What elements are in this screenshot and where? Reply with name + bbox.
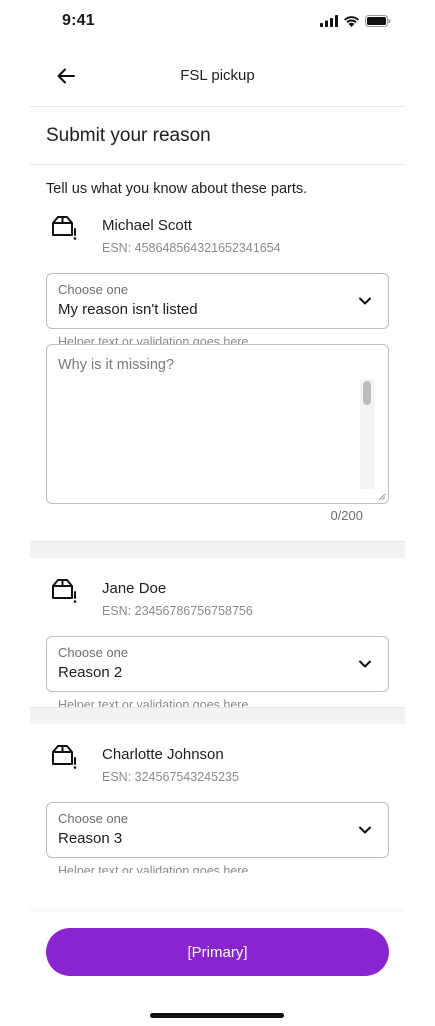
part-name: Charlotte Johnson [102,746,224,763]
intro-text: Tell us what you know about these parts. [46,181,308,197]
cellular-signal-icon [320,15,338,27]
resize-handle-icon[interactable] [377,492,386,501]
status-time: 9:41 [62,12,95,29]
section-divider [30,707,405,724]
package-alert-icon [52,579,77,603]
select-label: Choose one [58,811,129,826]
part-name: Jane Doe [102,580,167,597]
scrollbar-thumb[interactable] [363,381,371,405]
nav-bar: FSL pickup [30,46,405,107]
chevron-down-icon [359,660,371,668]
screen: FSL pickup Submit your reason Tell us wh… [30,46,405,1026]
part-card: Jane Doe ESN: 23456786756758756 Choose o… [30,558,405,707]
battery-icon [365,15,391,27]
part-header: Charlotte Johnson ESN: 324567543245235 [30,740,405,802]
part-card: Charlotte Johnson ESN: 324567543245235 C… [30,724,405,873]
select-label: Choose one [58,282,129,297]
home-indicator [150,1013,284,1018]
reason-textarea[interactable] [47,345,388,503]
helper-text: Helper text or validation goes here [58,335,249,344]
select-value: My reason isn't listed [58,301,198,318]
section-header: Submit your reason [30,107,405,165]
part-header: Jane Doe ESN: 23456786756758756 [30,574,405,636]
reason-textarea-wrap [46,344,389,504]
footer: [Primary] [30,912,405,1026]
wifi-icon [344,16,359,27]
part-header: Michael Scott ESN: 458648564321652341654 [30,211,405,273]
select-value: Reason 3 [58,830,123,847]
select-value: Reason 2 [58,664,123,681]
status-bar: 9:41 [0,0,435,46]
chevron-down-icon [359,297,371,305]
helper-text: Helper text or validation goes here [58,864,249,873]
page-title: FSL pickup [180,67,255,84]
part-esn: ESN: 458648564321652341654 [102,241,281,255]
textarea-scrollbar[interactable] [360,379,374,489]
reason-select[interactable]: Choose one Reason 3 [46,802,389,858]
select-label: Choose one [58,645,129,660]
reason-select[interactable]: Choose one My reason isn't listed [46,273,389,329]
chevron-down-icon [359,826,371,834]
part-name: Michael Scott [102,217,193,234]
character-counter: 0/200 [330,508,363,523]
reason-select[interactable]: Choose one Reason 2 [46,636,389,692]
status-icons [320,15,391,27]
part-esn: ESN: 324567543245235 [102,770,239,784]
package-alert-icon [52,216,77,240]
part-esn: ESN: 23456786756758756 [102,604,253,618]
helper-text: Helper text or validation goes here [58,698,249,707]
primary-button[interactable]: [Primary] [46,928,389,976]
package-alert-icon [52,745,77,769]
part-card: Michael Scott ESN: 458648564321652341654… [30,211,405,526]
section-divider [30,541,405,558]
section-title: Submit your reason [46,125,211,146]
